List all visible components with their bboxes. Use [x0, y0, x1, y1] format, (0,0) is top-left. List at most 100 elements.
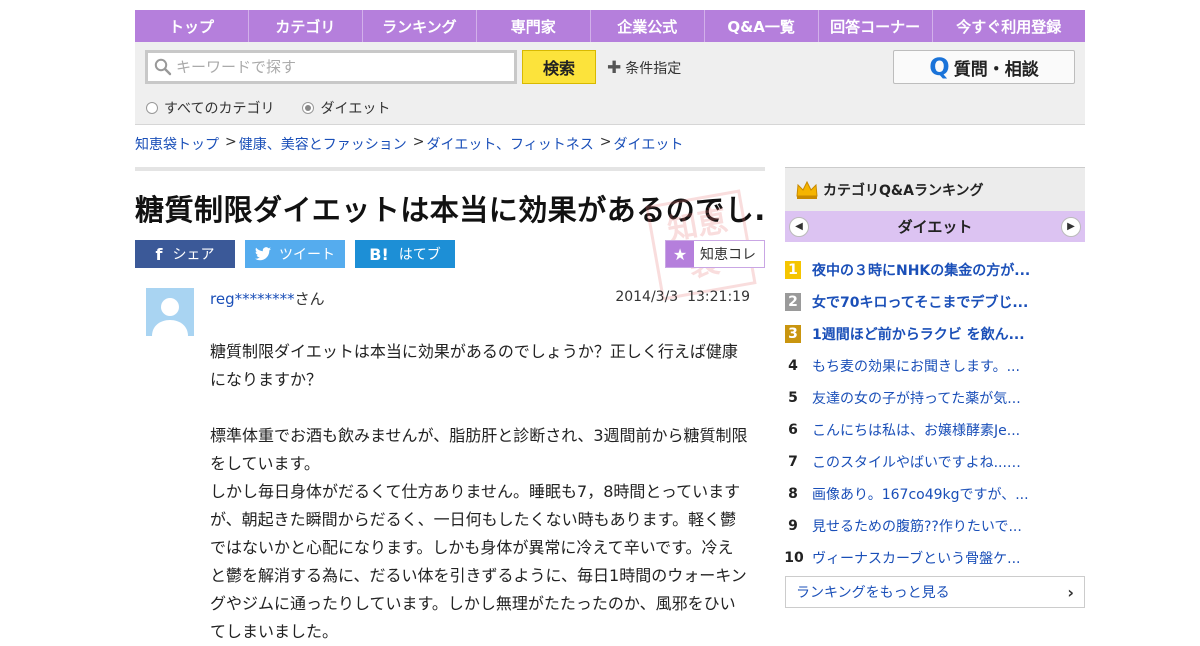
nav-top[interactable]: トップ [135, 10, 249, 42]
page: トップ カテゴリ ランキング 専門家 企業公式 Q&A一覧 回答コーナー 今すぐ… [135, 10, 1085, 641]
rank-badge: 2 [785, 293, 801, 311]
nav-category[interactable]: カテゴリ [249, 10, 363, 42]
conditions-link[interactable]: ✚ 条件指定 [607, 58, 681, 78]
ranking-link[interactable]: 見せるための腹筋??作りたいで... [812, 516, 1022, 536]
prev-category-button[interactable]: ◀ [789, 216, 809, 237]
ranking-item: 9 見せるための腹筋??作りたいで... [785, 510, 1085, 542]
ranking-link[interactable]: 夜中の３時にNHKの集金の方が... [812, 260, 1030, 280]
chie-collection-label: 知恵コレ [700, 247, 756, 263]
radio-all-categories[interactable]: すべてのカテゴリ [146, 98, 274, 118]
rank-number: 5 [788, 390, 798, 406]
ranking-item: 3 1週間ほど前からラクビ を飲ん... [785, 318, 1085, 350]
post-datetime: 2014/3/3 13:21:19 [615, 289, 750, 305]
body-line: 標準体重でお酒も飲みませんが、脂肪肝と診断され、3週間前から糖質制限 [210, 426, 748, 445]
ranking-item: 10 ヴィーナスカーブという骨盤ケ... [784, 542, 1085, 574]
body-line: をしています。 [210, 454, 320, 473]
plus-icon: ✚ [607, 58, 622, 78]
ranking-link[interactable]: もち麦の効果にお聞きします。... [812, 356, 1020, 376]
body-line: が、朝起きた瞬間からだるく、一日何もしたくない時もあります。軽く鬱 [210, 510, 737, 529]
facebook-share-button[interactable]: f シェア [135, 240, 235, 268]
ask-question-label: 質問・相談 [953, 59, 1039, 80]
body-line: てしまいました。 [210, 622, 339, 641]
nav-experts[interactable]: 専門家 [477, 10, 591, 42]
search-input[interactable] [176, 58, 506, 76]
ranking-link[interactable]: 画像あり。167co49kgですが、... [812, 484, 1029, 504]
search-icon [154, 58, 172, 76]
ranking-item: 4 もち麦の効果にお聞きします。... [785, 350, 1085, 382]
ask-question-button[interactable]: Q 質問・相談 [893, 50, 1075, 84]
facebook-icon: f [155, 244, 163, 264]
question-body: 糖質制限ダイエットは本当に効果があるのでしょうか？正しく行えば健康 になりますか… [210, 338, 755, 646]
breadcrumb-link[interactable]: ダイエット [614, 134, 684, 154]
rank-number: 4 [788, 358, 798, 374]
rank-number: 8 [788, 486, 798, 502]
nav-official[interactable]: 企業公式 [591, 10, 705, 42]
q-logo-icon: Q [929, 53, 950, 81]
global-nav: トップ カテゴリ ランキング 専門家 企業公式 Q&A一覧 回答コーナー 今すぐ… [135, 10, 1085, 42]
ranking-header: カテゴリQ&Aランキング [785, 167, 1085, 211]
radio-all-label: すべてのカテゴリ [164, 101, 275, 117]
radio-diet-label: ダイエット [320, 101, 391, 117]
twitter-share-label: ツイート [279, 247, 335, 263]
ranking-link[interactable]: こんにちは私は、お嬢様酵素Je... [812, 420, 1020, 440]
ranking-item: 2 女で70キロってそこまでデブじ... [785, 286, 1085, 318]
breadcrumb: 知恵袋トップ > 健康、美容とファッション > ダイエット、フィットネス > ダ… [135, 134, 683, 154]
ranking-link[interactable]: このスタイルやばいですよね...… [812, 452, 1021, 472]
category-scope: すべてのカテゴリ ダイエット [146, 98, 418, 118]
conditions-label: 条件指定 [625, 61, 682, 77]
ranking-link[interactable]: ヴィーナスカーブという骨盤ケ... [812, 548, 1021, 568]
ranking-heading: カテゴリQ&Aランキング [823, 182, 984, 199]
breadcrumb-link[interactable]: ダイエット、フィットネス [426, 134, 593, 154]
hatena-bookmark-button[interactable]: B! はてブ [355, 240, 455, 268]
question-main: 知恵袋 糖質制限ダイエットは本当に効果があるのでし... f シェア ツイート … [135, 167, 765, 641]
chie-collection-button[interactable]: ★ 知恵コレ [665, 240, 765, 268]
search-panel: 検索 ✚ 条件指定 Q 質問・相談 すべてのカテゴリ ダイエット [135, 42, 1085, 125]
facebook-share-label: シェア [172, 247, 215, 263]
ranking-category: ダイエット [897, 218, 973, 236]
ranking-item: 1 夜中の３時にNHKの集金の方が... [785, 254, 1085, 286]
search-button[interactable]: 検索 [522, 50, 596, 84]
author-suffix: さん [294, 290, 325, 308]
star-icon: ★ [666, 241, 694, 267]
more-ranking-link[interactable]: ランキングをもっと見る › [785, 576, 1085, 608]
radio-checked-icon [302, 102, 315, 114]
twitter-bird-icon [255, 247, 271, 261]
ranking-category-bar: ◀ ダイエット ▶ [785, 211, 1085, 242]
question-author: reg********さん [210, 288, 325, 309]
radio-unchecked-icon [146, 102, 158, 114]
rank-badge: 1 [785, 261, 801, 279]
breadcrumb-link[interactable]: 知恵袋トップ [135, 134, 219, 154]
ranking-link[interactable]: 女で70キロってそこまでデブじ... [812, 292, 1028, 312]
next-category-button[interactable]: ▶ [1060, 216, 1081, 237]
breadcrumb-link[interactable]: 健康、美容とファッション [239, 134, 407, 154]
ranking-link[interactable]: 友達の女の子が持ってた薬が気... [812, 388, 1021, 408]
nav-qa-list[interactable]: Q&A一覧 [705, 10, 819, 42]
ranking-item: 6 こんにちは私は、お嬢様酵素Je... [785, 414, 1085, 446]
body-line: と鬱を解消する為に、だるい体を引きずるように、毎日1時間のウォーキン [210, 566, 747, 585]
body-line: グやジムに通ったりしています。しかし無理がたたったのか、風邪をひい [210, 594, 736, 613]
breadcrumb-separator: > [599, 134, 612, 150]
radio-diet[interactable]: ダイエット [302, 98, 390, 118]
ranking-sidebar: カテゴリQ&Aランキング ◀ ダイエット ▶ 1 夜中の３時にNHKの集金の方が… [784, 167, 1085, 608]
share-row: f シェア ツイート B! はてブ ★ 知恵コレ [135, 240, 765, 268]
search-box[interactable] [145, 50, 517, 84]
rank-number: 6 [788, 422, 798, 438]
avatar[interactable] [146, 288, 194, 336]
ranking-item: 7 このスタイルやばいですよね...… [785, 446, 1085, 478]
divider [135, 167, 765, 171]
twitter-share-button[interactable]: ツイート [245, 240, 345, 268]
rank-badge: 3 [785, 325, 801, 343]
nav-register[interactable]: 今すぐ利用登録 [933, 10, 1085, 42]
more-ranking-label: ランキングをもっと見る [796, 585, 950, 601]
post-date: 2014/3/3 [615, 289, 679, 305]
nav-answer-corner[interactable]: 回答コーナー [819, 10, 933, 42]
body-line: ではないかと心配になります。しかも身体が異常に冷えて辛いです。冷え [210, 538, 734, 557]
rank-number: 7 [788, 454, 798, 470]
nav-ranking[interactable]: ランキング [363, 10, 477, 42]
ranking-link[interactable]: 1週間ほど前からラクビ を飲ん... [812, 324, 1025, 344]
hatena-bookmark-label: はてブ [398, 247, 441, 263]
post-time: 13:21:19 [687, 289, 750, 305]
rank-number: 10 [784, 550, 804, 566]
hatena-bookmark-icon: B! [369, 244, 389, 264]
author-id-link[interactable]: reg******** [210, 290, 295, 308]
